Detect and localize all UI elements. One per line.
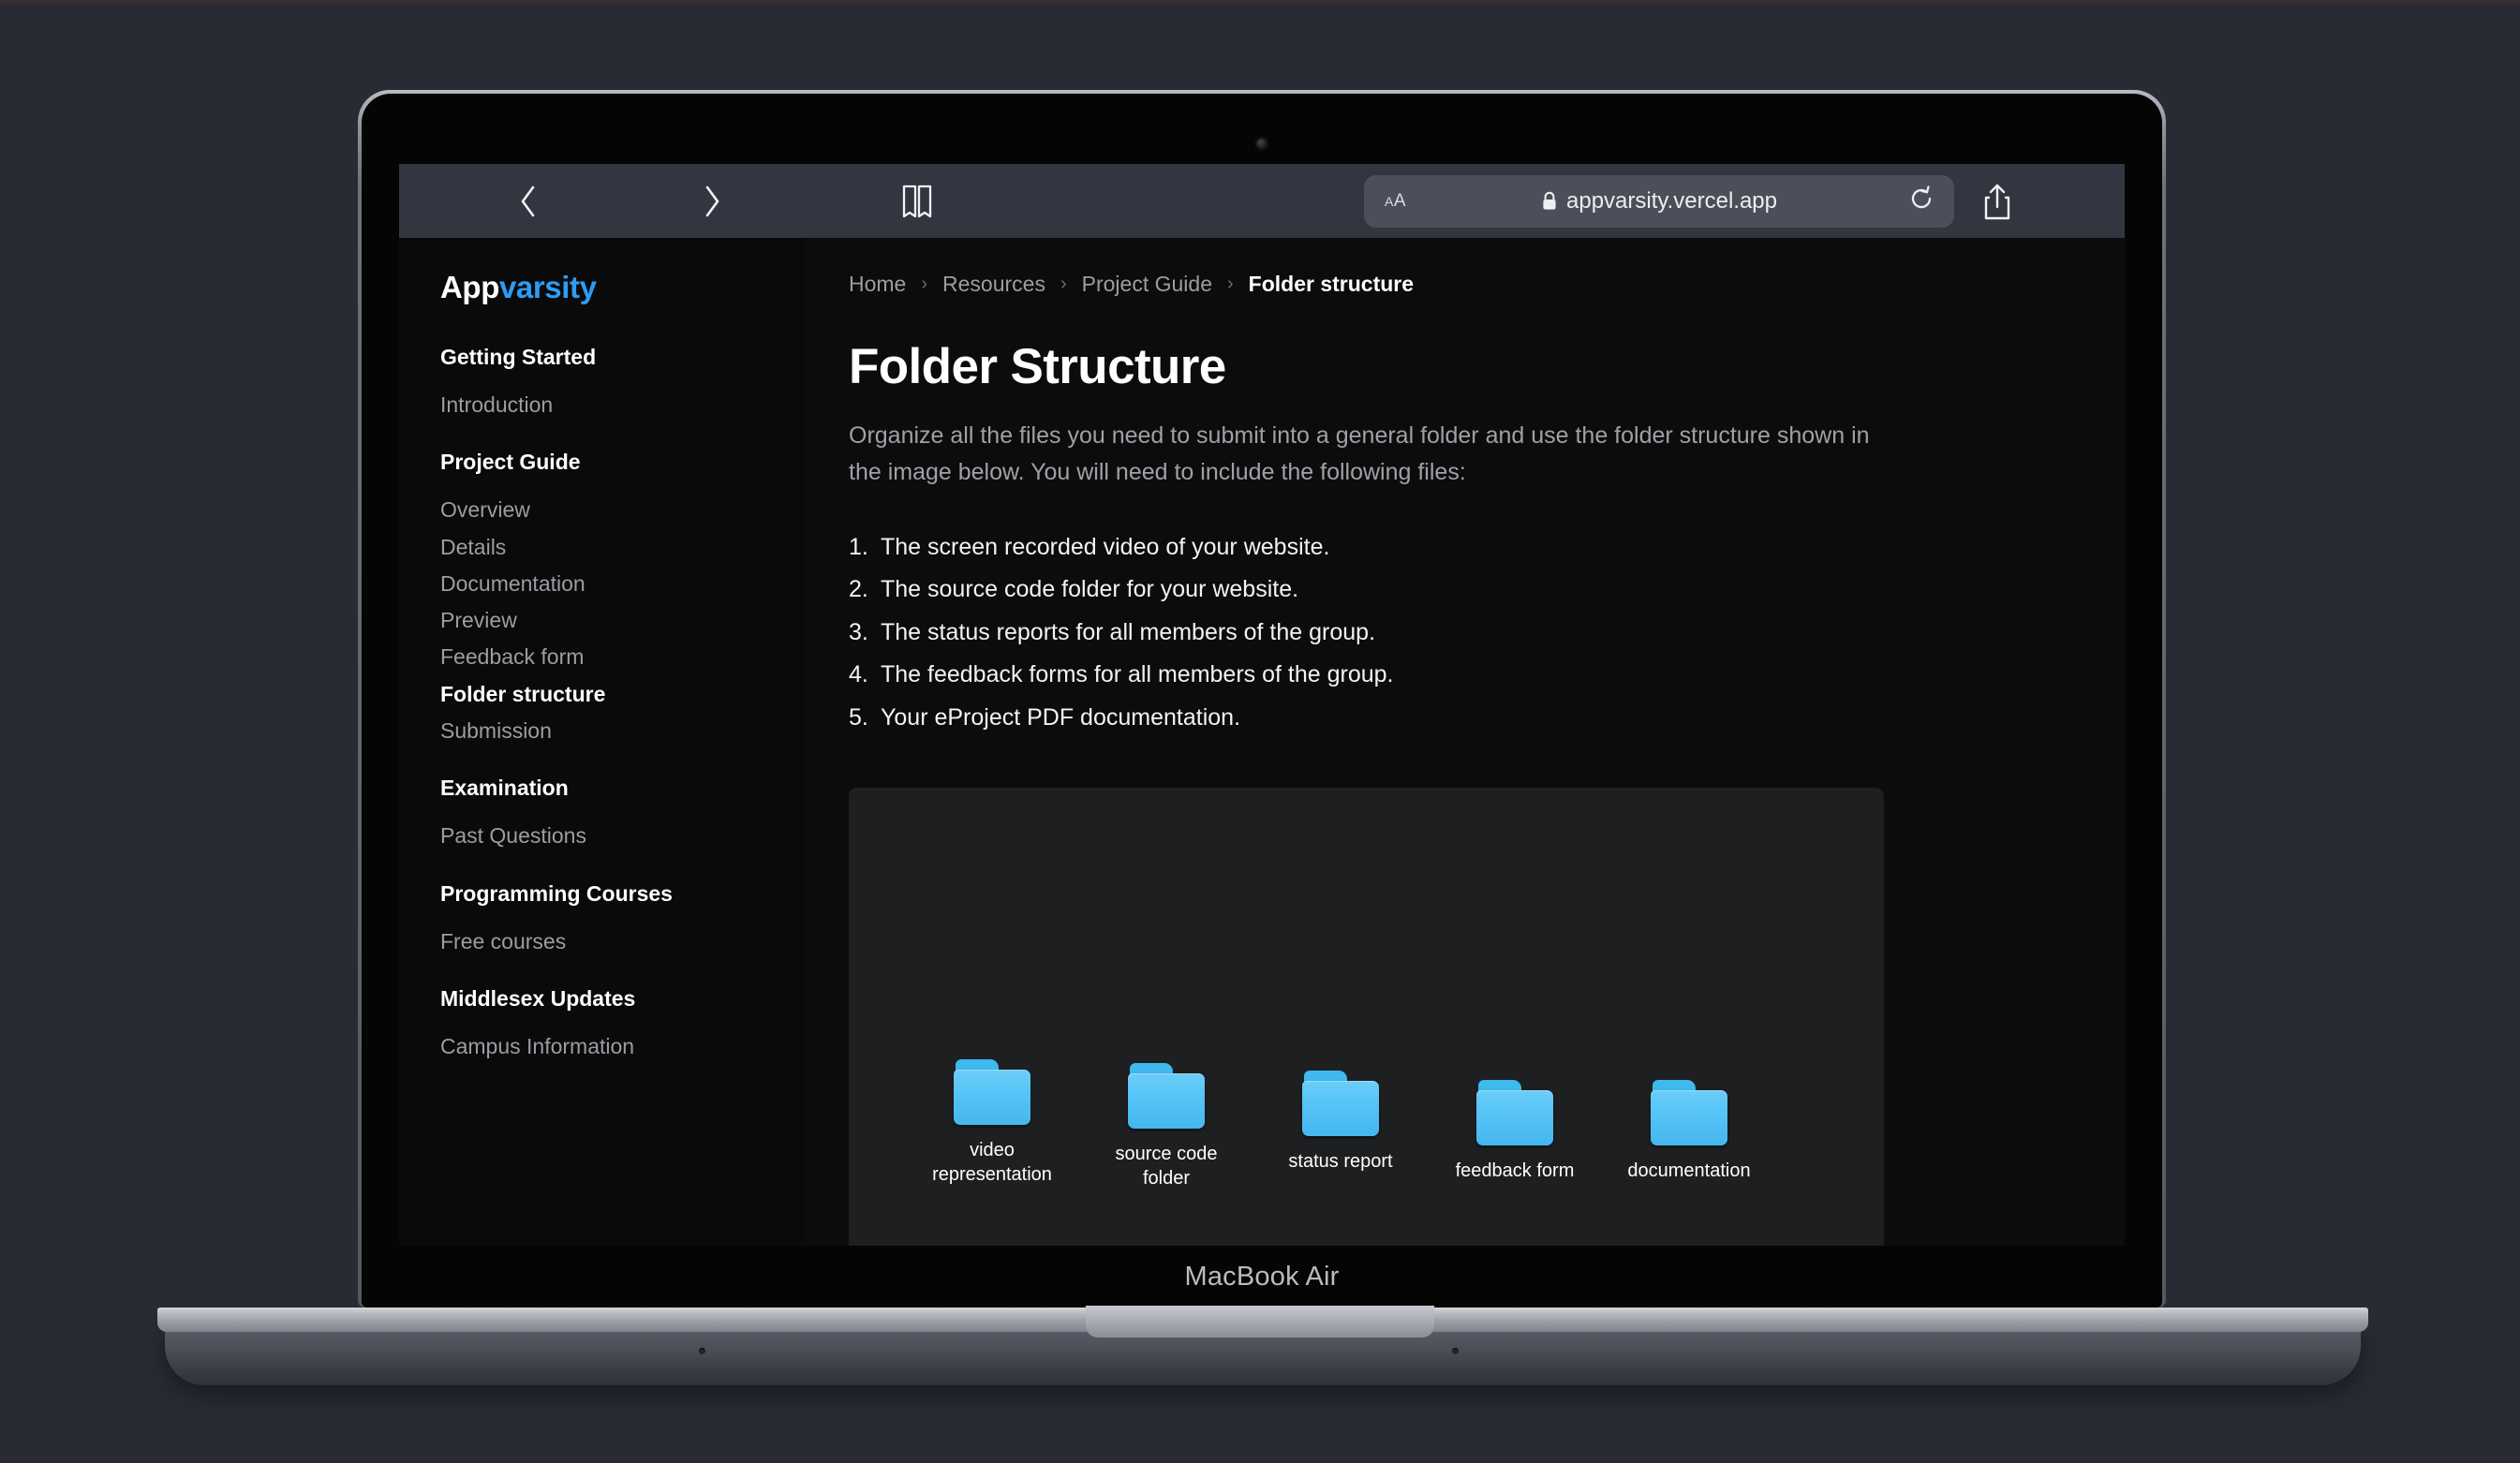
sidebar: Appvarsity Getting Started Introduction Pr…	[399, 238, 806, 1246]
sidebar-group-heading: Middlesex Updates	[440, 985, 636, 1011]
sidebar-item-past-questions[interactable]: Past Questions	[440, 818, 806, 854]
folder-item: documentation	[1602, 1080, 1776, 1183]
list-item: 2. The source code folder for your websit…	[849, 569, 2125, 612]
sidebar-item-free-courses[interactable]: Free courses	[440, 924, 806, 960]
page-title: Folder Structure	[849, 339, 1226, 394]
breadcrumb: Home › Resources › Project Guide › Folder stru…	[849, 272, 2125, 297]
folder-label: status report	[1288, 1151, 1393, 1172]
folder-icon	[1476, 1080, 1553, 1145]
sidebar-group: Examination Past Questions	[440, 776, 806, 854]
folder-icon-body	[954, 1070, 1030, 1125]
share-icon[interactable]	[1976, 179, 2019, 224]
book-icon[interactable]	[896, 180, 939, 223]
breadcrumb-item-home[interactable]: Home	[849, 272, 906, 297]
url-text: appvarsity.vercel.app	[1566, 187, 1777, 214]
folder-label: feedback form	[1455, 1160, 1575, 1181]
list-item-text: The feedback forms for all members of th…	[881, 661, 1394, 687]
webcam-icon	[1256, 139, 1267, 149]
list-item-number: 5.	[849, 703, 868, 731]
sidebar-group: Middlesex Updates Campus Information	[440, 986, 806, 1065]
base-screw-right	[1452, 1348, 1459, 1354]
forward-chevron-icon[interactable]	[693, 180, 731, 223]
sidebar-item-preview[interactable]: Preview	[440, 602, 806, 639]
folder-item: status report	[1253, 1071, 1428, 1174]
list-item: 1. The screen recorded video of your webs…	[849, 526, 2125, 569]
folder-icon	[1651, 1080, 1727, 1145]
screenshot-root: MacBook Air AA appvarsity.vercel.app App…	[0, 0, 2520, 1463]
sidebar-group: Programming Courses Free courses	[440, 881, 806, 960]
list-item-number: 1.	[849, 533, 868, 560]
folder-label: documentation	[1627, 1160, 1751, 1181]
folder-item: video representation	[905, 1059, 1079, 1187]
folder-item: source code folder	[1079, 1063, 1253, 1190]
browser-viewport: AA appvarsity.vercel.app Appvarsity Gett…	[399, 164, 2125, 1246]
breadcrumb-item-folder-structure: Folder structure	[1248, 272, 1415, 296]
sidebar-item-submission[interactable]: Submission	[440, 713, 806, 749]
folder-icon-body	[1302, 1081, 1379, 1136]
sidebar-group-heading: Getting Started	[440, 345, 597, 369]
folder-label: source code folder	[1115, 1144, 1218, 1189]
breadcrumb-separator-icon: ›	[1227, 273, 1234, 294]
top-edge-strip	[0, 0, 2520, 7]
main-content: Home › Resources › Project Guide › Folder stru…	[806, 238, 2125, 1246]
list-item-number: 2.	[849, 576, 868, 602]
page-intro-paragraph: Organize all the files you need to submi…	[849, 422, 1870, 485]
sidebar-group: Getting Started Introduction	[440, 345, 806, 423]
list-item: 4. The feedback forms for all members of …	[849, 654, 2125, 697]
breadcrumb-item-project-guide[interactable]: Project Guide	[1082, 272, 1212, 297]
device-model-label: MacBook Air	[1184, 1262, 1340, 1292]
logo-part-two: varsity	[498, 270, 597, 304]
breadcrumb-item-resources[interactable]: Resources	[942, 272, 1045, 297]
sidebar-group: Project Guide Overview Details Documentatio…	[440, 450, 806, 749]
base-screw-left	[699, 1348, 705, 1354]
browser-toolbar: AA appvarsity.vercel.app	[399, 164, 2125, 238]
url-display: appvarsity.vercel.app	[1364, 188, 1954, 214]
list-item-number: 3.	[849, 618, 868, 645]
sidebar-nav: Getting Started Introduction Project Guide…	[440, 345, 806, 1065]
required-files-list: 1. The screen recorded video of your webs…	[849, 526, 2125, 740]
address-bar[interactable]: AA appvarsity.vercel.app	[1364, 174, 1954, 228]
web-page: Appvarsity Getting Started Introduction Pr…	[399, 238, 2125, 1246]
sidebar-item-introduction[interactable]: Introduction	[440, 387, 806, 423]
sidebar-item-documentation[interactable]: Documentation	[440, 566, 806, 602]
folder-label: video representation	[932, 1140, 1052, 1185]
list-item: 3. The status reports for all members of …	[849, 612, 2125, 655]
folder-structure-figure: video representation source code folder st…	[849, 788, 1884, 1246]
list-item-text: The screen recorded video of your websit…	[881, 533, 1330, 560]
sidebar-item-feedback-form[interactable]: Feedback form	[440, 639, 806, 675]
sidebar-item-details[interactable]: Details	[440, 529, 806, 566]
folder-icon-body	[1476, 1090, 1553, 1145]
list-item: 5. Your eProject PDF documentation.	[849, 697, 2125, 740]
sidebar-item-overview[interactable]: Overview	[440, 492, 806, 528]
list-item-text: The source code folder for your website.	[881, 576, 1299, 602]
sidebar-item-folder-structure[interactable]: Folder structure	[440, 676, 806, 713]
sidebar-group-heading: Examination	[440, 776, 569, 801]
lock-icon	[1543, 191, 1556, 210]
site-logo[interactable]: Appvarsity	[440, 270, 806, 305]
sidebar-group-heading: Programming Courses	[440, 880, 673, 906]
folder-icon	[954, 1059, 1030, 1125]
breadcrumb-separator-icon: ›	[921, 273, 928, 294]
folder-icon	[1128, 1063, 1205, 1129]
list-item-text: The status reports for all members of th…	[881, 618, 1376, 645]
back-chevron-icon[interactable]	[510, 180, 547, 223]
folder-item: feedback form	[1428, 1080, 1602, 1183]
folder-icon-body	[1128, 1073, 1205, 1129]
list-item-text: Your eProject PDF documentation.	[881, 703, 1241, 731]
reload-icon[interactable]	[1909, 185, 1934, 216]
sidebar-group-heading: Project Guide	[440, 450, 581, 475]
folder-row: video representation source code folder st…	[905, 1059, 1776, 1190]
list-item-number: 4.	[849, 661, 868, 687]
folder-icon-body	[1651, 1090, 1727, 1145]
laptop-base-notch	[1086, 1306, 1434, 1337]
logo-part-one: App	[440, 270, 499, 304]
breadcrumb-separator-icon: ›	[1060, 273, 1067, 294]
sidebar-item-campus-information[interactable]: Campus Information	[440, 1028, 806, 1065]
folder-icon	[1302, 1071, 1379, 1136]
